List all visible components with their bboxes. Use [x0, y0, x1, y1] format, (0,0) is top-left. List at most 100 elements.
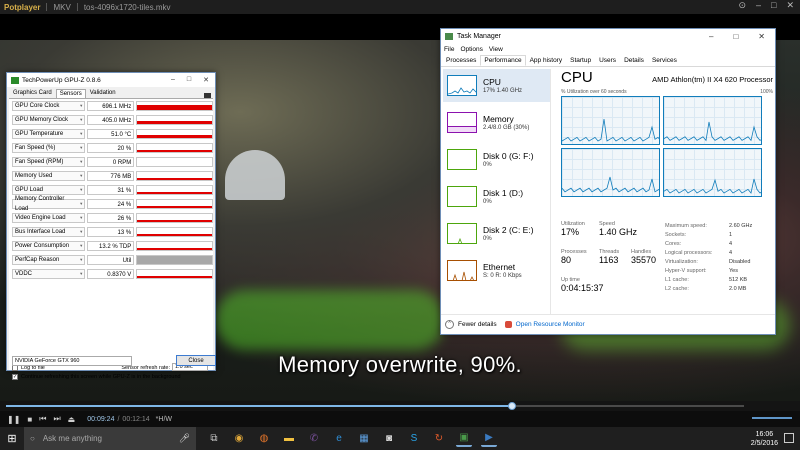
sensor-value: 51.0 °C — [87, 129, 135, 139]
tab-users[interactable]: Users — [595, 55, 620, 66]
close-icon[interactable]: ✕ — [786, 0, 794, 11]
sensor-name-dropdown[interactable]: VDDC ▼ — [12, 269, 86, 279]
maximize-icon[interactable]: □ — [187, 76, 191, 84]
task-view-icon[interactable]: ⧉ — [206, 431, 222, 447]
file-explorer-icon[interactable]: ▬ — [281, 431, 297, 447]
sensor-name-dropdown[interactable]: Memory Used ▼ — [12, 171, 86, 181]
sensor-row: GPU Core Clock ▼ 696.1 MHz — [9, 99, 214, 113]
store-icon[interactable]: ▦ — [356, 431, 372, 447]
sensor-name-dropdown[interactable]: GPU Temperature ▼ — [12, 129, 86, 139]
gpu-select[interactable]: NVIDIA GeForce GTX 960 — [12, 355, 132, 366]
viber-icon[interactable]: ✆ — [306, 431, 322, 447]
resource-text: Disk 0 (G: F:) 0% — [483, 151, 534, 168]
pause-icon[interactable]: ❚❚ — [7, 415, 20, 424]
resource-item[interactable]: Disk 2 (C: E:) 0% — [443, 217, 550, 250]
resource-name: Ethernet — [483, 262, 516, 272]
volume-slider[interactable] — [752, 417, 792, 419]
microphone-icon[interactable]: 🎤︎ — [179, 433, 190, 444]
gpuz-window: TechPowerUp GPU-Z 0.8.6 – □ ✕ Graphics C… — [6, 72, 216, 380]
stop-icon[interactable]: ■ — [27, 415, 32, 424]
eject-icon[interactable]: ⏏ — [68, 415, 76, 424]
close-icon[interactable]: ✕ — [203, 76, 209, 84]
minimize-icon[interactable]: – — [756, 0, 761, 11]
pin-icon[interactable]: ⊙ — [738, 0, 746, 11]
sensor-graph-bar — [137, 275, 213, 278]
sensor-name-dropdown[interactable]: Memory Controller Load ▼ — [12, 196, 86, 212]
sensor-name-dropdown[interactable]: Power Consumption ▼ — [12, 241, 86, 251]
gpuz-tab[interactable]: Sensors — [55, 89, 86, 98]
minimize-icon[interactable]: – — [171, 76, 175, 84]
sensor-graph — [136, 157, 214, 167]
tab-processes[interactable]: Processes — [442, 55, 480, 66]
menu-item[interactable]: File — [444, 46, 454, 53]
spec-value: 4 — [729, 240, 733, 247]
resource-item[interactable]: Disk 1 (D:) 0% — [443, 180, 550, 213]
sensor-name-dropdown[interactable]: PerfCap Reason ▼ — [12, 255, 86, 265]
sensor-name-dropdown[interactable]: Fan Speed (RPM) ▼ — [12, 157, 86, 167]
cpu-heading: CPU — [561, 69, 593, 86]
tab-details[interactable]: Details — [620, 55, 648, 66]
task-manager-title-bar[interactable]: Task Manager – □ ✕ — [441, 29, 775, 43]
graph-caption-left: % Utilization over 60 seconds — [561, 89, 627, 95]
close-button[interactable]: Close — [176, 355, 216, 366]
player-title-bar[interactable]: Potplayer MKV tos-4096x1720-tiles.mkv ⊙ … — [0, 0, 800, 14]
stat-handles: Handles 35570 — [631, 249, 656, 265]
sensor-name-dropdown[interactable]: GPU Core Clock ▼ — [12, 101, 86, 111]
resource-thumbnail — [447, 75, 477, 96]
sensor-name: PerfCap Reason — [15, 257, 60, 263]
potplayer-taskbar-icon[interactable]: ▶ — [481, 431, 497, 447]
sensor-name-dropdown[interactable]: GPU Memory Clock ▼ — [12, 115, 86, 125]
previous-icon[interactable]: ⏮ — [39, 414, 46, 424]
resource-monitor-link[interactable]: Open Resource Monitor — [516, 321, 585, 328]
app-icon[interactable]: ↻ — [431, 431, 447, 447]
maximize-icon[interactable]: □ — [771, 0, 776, 11]
chevron-down-icon: ▼ — [79, 145, 84, 150]
sensor-row: Video Engine Load ▼ 26 % — [9, 211, 214, 225]
skype-icon[interactable]: S — [406, 431, 422, 447]
chevron-up-icon[interactable]: ^ — [445, 320, 454, 329]
sensor-graph-bar — [137, 205, 213, 208]
resource-item[interactable]: CPU 17% 1.40 GHz — [443, 69, 550, 102]
tab-services[interactable]: Services — [648, 55, 681, 66]
tab-performance[interactable]: Performance — [480, 55, 526, 66]
resource-name: Disk 2 (C: E:) — [483, 225, 534, 235]
seek-handle[interactable] — [507, 402, 516, 410]
windows-start-icon[interactable]: ⊞ — [0, 427, 24, 450]
sensor-name-dropdown[interactable]: Video Engine Load ▼ — [12, 213, 86, 223]
sensor-value: 0 RPM — [87, 157, 135, 167]
maximize-icon[interactable]: □ — [733, 32, 738, 41]
continue-refresh-checkbox[interactable]: ✓ — [12, 373, 18, 380]
camera-icon[interactable]: ◙ — [381, 431, 397, 447]
resource-text: CPU 17% 1.40 GHz — [483, 77, 522, 94]
fewer-details-link[interactable]: Fewer details — [458, 321, 497, 328]
resource-item[interactable]: Disk 0 (G: F:) 0% — [443, 143, 550, 176]
menu-item[interactable]: Options — [460, 46, 482, 53]
task-manager-footer: ^ Fewer details Open Resource Monitor — [441, 314, 775, 334]
sensor-value: 24 % — [87, 199, 135, 209]
gpuz-tab[interactable]: Graphics Card — [9, 88, 56, 98]
gpuz-tab[interactable]: Validation — [86, 88, 120, 98]
sensor-graph — [136, 115, 214, 125]
close-icon[interactable]: ✕ — [758, 32, 765, 41]
notifications-icon[interactable] — [784, 433, 794, 443]
player-app-name[interactable]: Potplayer — [4, 3, 40, 12]
resource-item[interactable]: Ethernet S: 0 R: 0 Kbps — [443, 254, 550, 287]
chrome-icon[interactable]: ◉ — [231, 431, 247, 447]
cortana-search[interactable]: ○ Ask me anything 🎤︎ — [24, 427, 196, 450]
sensor-name-dropdown[interactable]: Fan Speed (%) ▼ — [12, 143, 86, 153]
sensor-graph-bar — [137, 219, 213, 222]
firefox-icon[interactable]: ◍ — [256, 431, 272, 447]
continue-option: ✓ Continue refreshing this screen while … — [12, 372, 212, 381]
resource-item[interactable]: Memory 2.4/8.0 GB (30%) — [443, 106, 550, 139]
seek-bar[interactable] — [0, 401, 800, 411]
sensor-name-dropdown[interactable]: Bus Interface Load ▼ — [12, 227, 86, 237]
minimize-icon[interactable]: – — [709, 32, 713, 41]
edge-icon[interactable]: e — [331, 431, 347, 447]
clock[interactable]: 16:06 2/5/2016 — [751, 427, 778, 450]
tab-startup[interactable]: Startup — [566, 55, 595, 66]
next-icon[interactable]: ⏭ — [53, 414, 60, 424]
gpuz-title-bar[interactable]: TechPowerUp GPU-Z 0.8.6 – □ ✕ — [7, 73, 215, 87]
gpuz-taskbar-icon[interactable]: ▣ — [456, 431, 472, 447]
tab-app-history[interactable]: App history — [526, 55, 567, 66]
menu-item[interactable]: View — [489, 46, 503, 53]
